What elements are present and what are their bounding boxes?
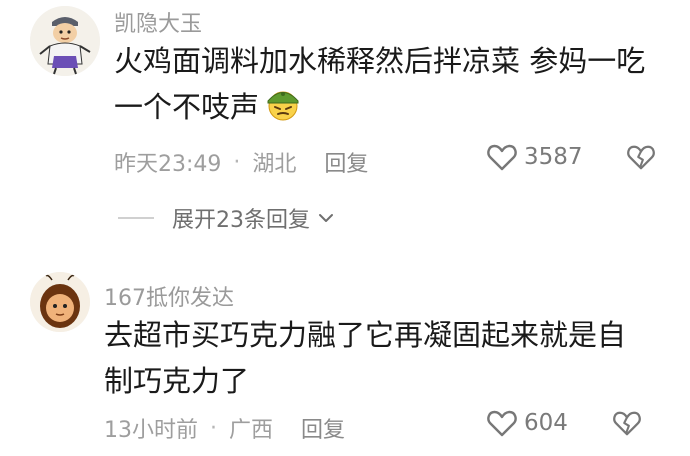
cartoon-avatar-icon <box>30 272 90 332</box>
comment-username[interactable]: 167抵你发达 <box>104 280 234 312</box>
like-button[interactable]: 3587 <box>486 142 583 172</box>
comment-text: 去超市买巧克力融了它再凝固起来就是自 制巧克力了 <box>104 312 664 404</box>
comment-text-line: 火鸡面调料加水稀释然后拌凉菜 参妈一吃 <box>114 44 646 78</box>
meta-separator: · <box>233 149 241 175</box>
like-button[interactable]: 604 <box>486 408 568 438</box>
heart-outline-icon <box>487 410 517 437</box>
avatar[interactable] <box>30 6 100 76</box>
reply-button[interactable]: 回复 <box>301 412 345 444</box>
army-helmet-emoji-icon <box>263 85 303 134</box>
reply-button[interactable]: 回复 <box>324 146 368 178</box>
comment-location: 广西 <box>229 418 274 443</box>
comment-text: 火鸡面调料加水稀释然后拌凉菜 参妈一吃 一个不吱声 <box>114 38 674 134</box>
comment-meta: 13小时前 · 广西 回复 <box>104 412 345 444</box>
chevron-down-icon <box>319 214 333 222</box>
expand-replies-button[interactable]: 展开23条回复 <box>118 202 336 234</box>
comment-text-line: 制巧克力了 <box>104 364 250 398</box>
expand-divider <box>118 217 154 219</box>
comment-item: 167抵你发达 去超市买巧克力融了它再凝固起来就是自 制巧克力了 13小时前 ·… <box>0 264 690 456</box>
comment-text-line: 去超市买巧克力融了它再凝固起来就是自 <box>104 318 627 352</box>
comment-text-line-2: 一个不吱声 <box>114 90 260 124</box>
broken-heart-icon <box>627 145 655 170</box>
like-count: 3587 <box>524 144 583 170</box>
cartoon-avatar-icon <box>30 6 100 76</box>
comment-text-line: 一个不吱声 <box>114 84 674 134</box>
comment-meta: 昨天23:49 · 湖北 回复 <box>114 146 368 178</box>
like-count: 604 <box>524 410 568 436</box>
comment-username[interactable]: 凯隐大玉 <box>114 6 202 38</box>
dislike-button[interactable] <box>626 142 656 176</box>
avatar[interactable] <box>30 272 90 332</box>
heart-outline-icon <box>487 144 517 171</box>
comment-time: 昨天23:49 <box>114 152 222 177</box>
dislike-button[interactable] <box>612 408 642 442</box>
meta-separator: · <box>210 415 217 441</box>
comment-time: 13小时前 <box>104 418 198 443</box>
comment-item: 凯隐大玉 火鸡面调料加水稀释然后拌凉菜 参妈一吃 一个不吱声 昨天23:49 ·… <box>0 0 690 240</box>
expand-replies-label: 展开23条回复 <box>172 208 310 233</box>
broken-heart-icon <box>613 411 641 436</box>
comment-location: 湖北 <box>252 152 297 177</box>
